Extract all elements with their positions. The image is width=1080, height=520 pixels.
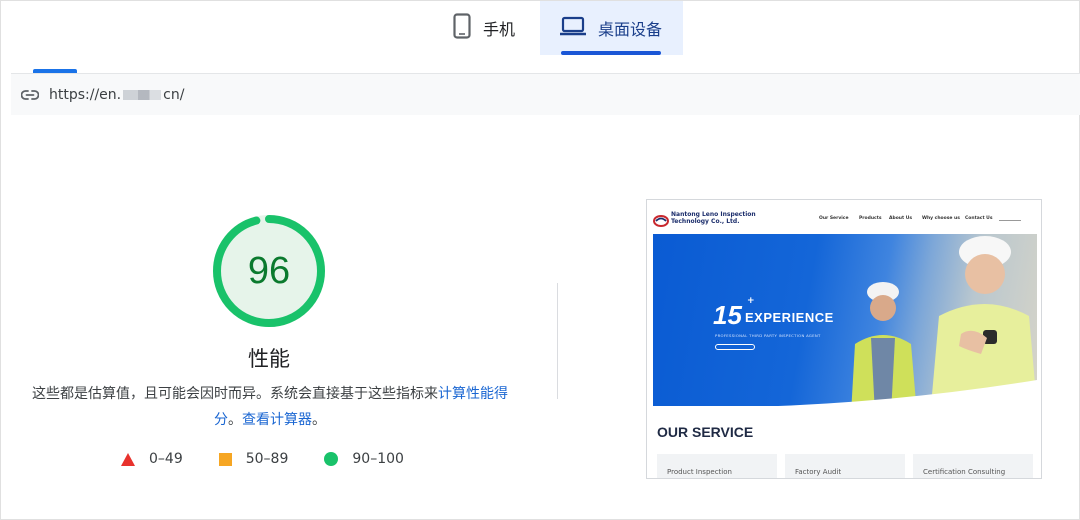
score-legend: 0–49 50–89 90–100 (121, 451, 440, 467)
score-description: 这些都是估算值，且可能会因时而异。系统会直接基于这些指标来计算性能得分。查看计算… (25, 381, 515, 433)
url-prefix: https://en. (49, 86, 122, 103)
analyzed-url-bar: https://en. cn/ (11, 73, 1080, 115)
hero-title: EXPERIENCE (745, 310, 834, 325)
hero-number: 15 (713, 300, 742, 330)
url-suffix: cn/ (163, 86, 185, 103)
legend-item-poor: 0–49 (121, 451, 183, 467)
description-text: 这些都是估算值，且可能会因时而异。系统会直接基于这些指标来 (32, 386, 438, 402)
site-nav-item: Why choose us (922, 216, 960, 221)
view-calculator-link[interactable]: 查看计算器 (242, 412, 312, 428)
smartphone-icon (453, 13, 471, 43)
site-service-card: Product Inspection (657, 454, 777, 478)
site-brand-line2: Technology Co., Ltd. (671, 218, 740, 225)
legend-label-average: 50–89 (245, 451, 289, 467)
hero-subtitle: PROFESSIONAL THIRD PARTY INSPECTION AGEN… (715, 333, 821, 338)
analyzed-url[interactable]: https://en. cn/ (49, 87, 184, 103)
tab-mobile[interactable]: 手机 (433, 1, 539, 55)
orange-square-icon (218, 452, 232, 466)
performance-score: 96 (247, 249, 291, 292)
red-triangle-icon (121, 452, 135, 466)
site-brand-line1: Nantong Leno Inspection (671, 211, 756, 218)
active-tab-indicator (561, 51, 661, 55)
site-nav-item: Contact Us (965, 216, 993, 221)
tab-desktop-label: 桌面设备 (598, 20, 663, 39)
green-circle-icon (324, 452, 339, 466)
vertical-divider (557, 283, 558, 399)
site-service-cards: Product Inspection Factory Audit Certifi… (657, 454, 1033, 478)
tab-mobile-label: 手机 (483, 20, 516, 39)
description-end: 。 (312, 412, 326, 428)
pagespeed-report: 手机 桌面设备 https://en. cn/ 96 性能 这些都是估算值，且可… (0, 0, 1080, 520)
laptop-icon (560, 16, 586, 40)
site-service-card: Factory Audit (785, 454, 905, 478)
description-separator: 。 (228, 412, 242, 428)
language-selector (999, 215, 1021, 221)
site-header: Nantong Leno Inspection Technology Co., … (647, 200, 1041, 234)
site-section-title: OUR SERVICE (657, 424, 754, 440)
hero-plus: + (747, 296, 755, 306)
device-tabs: 手机 桌面设备 (1, 1, 1080, 73)
page-screenshot-thumbnail: Nantong Leno Inspection Technology Co., … (646, 199, 1042, 479)
legend-label-good: 90–100 (352, 451, 404, 467)
site-nav-item: Our Service (819, 216, 849, 221)
url-redacted (123, 89, 162, 100)
site-brand: Nantong Leno Inspection Technology Co., … (671, 211, 781, 225)
link-icon (20, 85, 40, 104)
site-nav-item: About Us (889, 216, 913, 221)
site-service-card: Certification Consulting (913, 454, 1033, 478)
tab-desktop[interactable]: 桌面设备 (540, 1, 683, 55)
hero-curve (653, 380, 1037, 420)
site-nav-item: Products (859, 216, 882, 221)
hero-button (715, 344, 755, 350)
legend-item-average: 50–89 (218, 451, 289, 467)
legend-item-good: 90–100 (324, 451, 404, 467)
company-logo-icon (653, 212, 669, 231)
performance-gauge: 96 (211, 213, 327, 329)
metric-title: 性能 (248, 347, 290, 371)
legend-label-poor: 0–49 (149, 451, 183, 467)
